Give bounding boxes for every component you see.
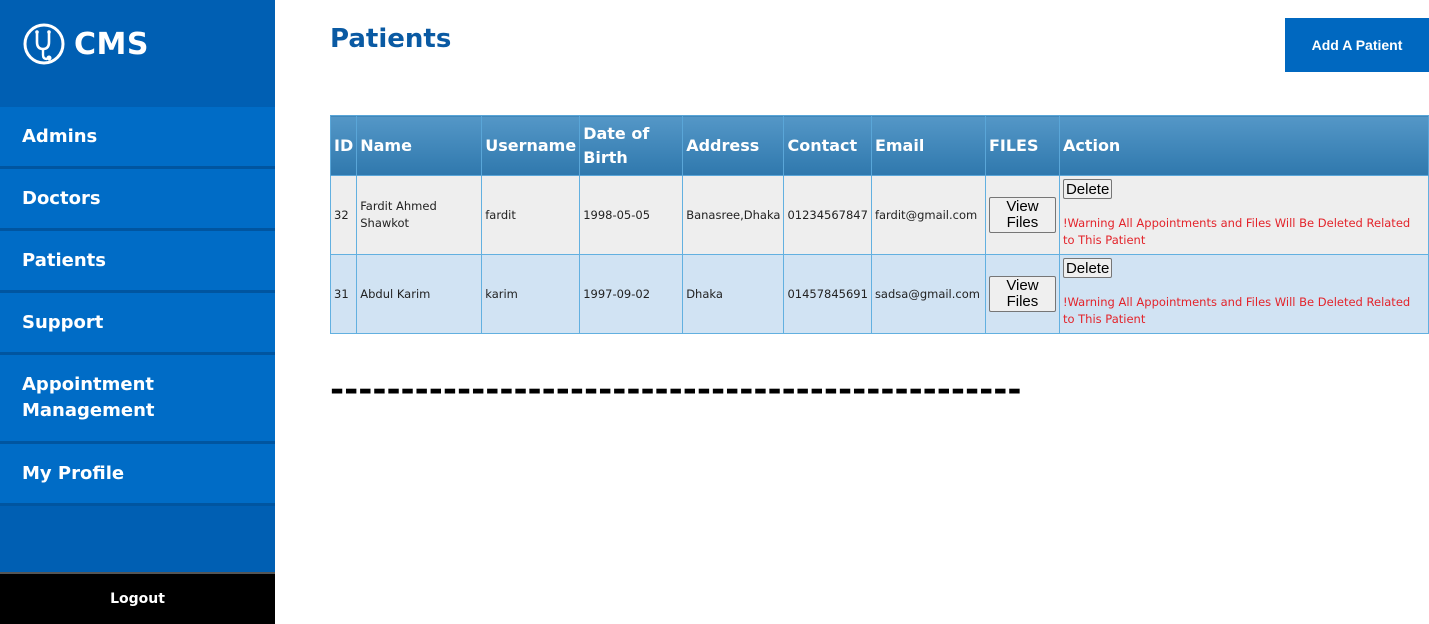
brand-name: CMS <box>74 26 149 62</box>
patients-table: ID Name Username Date of Birth Address C… <box>329 115 1429 334</box>
sidebar-item-label: Appointment Management <box>22 374 155 421</box>
cell-email: fardit@gmail.com <box>870 175 986 255</box>
table-header-row: ID Name Username Date of Birth Address C… <box>329 115 1429 176</box>
cell-name: Fardit Ahmed Shawkot <box>356 175 483 255</box>
delete-warning: !Warning All Appointments and Files Will… <box>1062 216 1411 247</box>
sidebar-nav: Admins Doctors Patients Support Appointm… <box>0 107 275 506</box>
cell-contact: 01457845691 <box>783 254 872 334</box>
cell-contact: 01234567847 <box>783 175 872 255</box>
view-files-button[interactable]: View Files <box>988 197 1056 233</box>
column-header-name[interactable]: Name <box>356 115 483 176</box>
cell-files: View Files <box>984 175 1060 255</box>
delete-warning: !Warning All Appointments and Files Will… <box>1062 295 1411 326</box>
cell-address: Banasree,Dhaka <box>682 175 785 255</box>
sidebar: CMS Admins Doctors Patients Support Appo… <box>0 0 275 624</box>
column-header-dob[interactable]: Date of Birth <box>579 115 684 176</box>
view-files-button[interactable]: View Files <box>988 276 1056 312</box>
cell-id: 31 <box>329 254 358 334</box>
cell-address: Dhaka <box>682 254 785 334</box>
cell-files: View Files <box>984 254 1060 334</box>
page-title: Patients <box>330 24 452 54</box>
delete-button[interactable]: Delete <box>1062 179 1113 199</box>
stethoscope-icon <box>23 23 65 65</box>
brand-logo[interactable]: CMS <box>22 22 149 66</box>
cell-dob: 1997-09-02 <box>579 254 684 334</box>
cell-action: Delete !Warning All Appointments and Fil… <box>1058 254 1429 334</box>
sidebar-item-admins[interactable]: Admins <box>0 107 275 169</box>
cell-action: Delete !Warning All Appointments and Fil… <box>1058 175 1429 255</box>
delete-button[interactable]: Delete <box>1062 258 1113 278</box>
column-header-files[interactable]: FILES <box>984 115 1060 176</box>
column-header-id[interactable]: ID <box>329 115 358 176</box>
cell-email: sadsa@gmail.com <box>870 254 986 334</box>
sidebar-item-patients[interactable]: Patients <box>0 231 275 293</box>
column-header-email[interactable]: Email <box>870 115 986 176</box>
cell-dob: 1998-05-05 <box>579 175 684 255</box>
column-header-action[interactable]: Action <box>1058 115 1429 176</box>
add-patient-button[interactable]: Add A Patient <box>1285 18 1429 72</box>
cell-username: karim <box>481 254 581 334</box>
table-row: 31 Abdul Karim karim 1997-09-02 Dhaka 01… <box>329 254 1429 334</box>
sidebar-item-appointment-management[interactable]: Appointment Management <box>0 355 275 444</box>
cell-name: Abdul Karim <box>356 254 483 334</box>
logout-button[interactable]: Logout <box>0 572 275 624</box>
table-row: 32 Fardit Ahmed Shawkot fardit 1998-05-0… <box>329 175 1429 255</box>
column-header-contact[interactable]: Contact <box>783 115 872 176</box>
column-header-username[interactable]: Username <box>481 115 581 176</box>
cell-id: 32 <box>329 175 358 255</box>
column-header-address[interactable]: Address <box>682 115 785 176</box>
sidebar-item-doctors[interactable]: Doctors <box>0 169 275 231</box>
cell-username: fardit <box>481 175 581 255</box>
sidebar-item-my-profile[interactable]: My Profile <box>0 444 275 506</box>
sidebar-item-support[interactable]: Support <box>0 293 275 355</box>
divider-line: ----------------------------------------… <box>330 370 1022 410</box>
